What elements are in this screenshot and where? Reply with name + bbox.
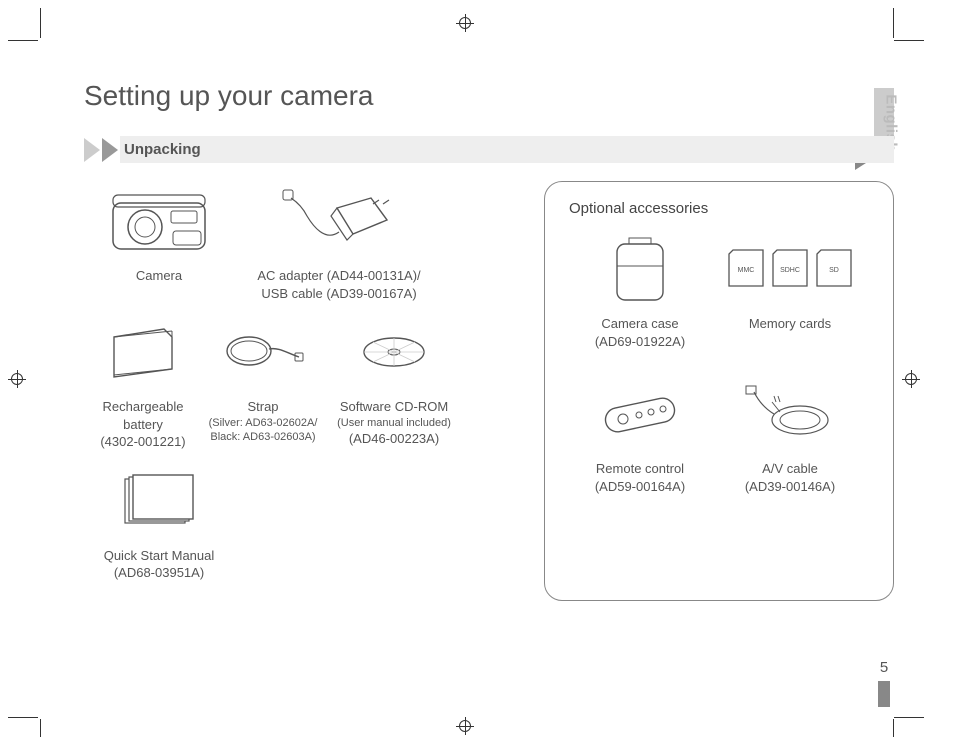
camera-icon	[109, 189, 209, 253]
card-label-mmc: MMC	[738, 267, 755, 274]
item-av-cable: A/V cable (AD39-00146A)	[715, 374, 865, 495]
item-label-line: battery	[84, 416, 202, 434]
item-cdrom: Software CD-ROM (User manual included) (…	[324, 312, 464, 451]
strap-icon	[221, 327, 305, 377]
item-battery: Rechargeable battery (4302-001221)	[84, 312, 202, 451]
card-label-sdhc: SDHC	[780, 267, 800, 274]
crop-mark	[40, 719, 41, 737]
optional-heading: Optional accessories	[569, 200, 873, 217]
chevron-icon	[84, 138, 100, 162]
item-ac-adapter: AC adapter (AD44-00131A)/ USB cable (AD3…	[234, 181, 444, 302]
battery-icon	[108, 325, 178, 379]
crop-mark	[8, 40, 38, 41]
registration-mark-icon	[456, 14, 474, 32]
av-cable-icon	[740, 384, 840, 444]
crop-mark	[894, 717, 924, 718]
page-title: Setting up your camera	[84, 80, 894, 112]
item-label-line: (AD39-00146A)	[715, 478, 865, 496]
item-label-line: (User manual included)	[324, 416, 464, 431]
item-memory-cards: MMC SDHC SD	[715, 229, 865, 350]
card-label-sd: SD	[829, 267, 839, 274]
crop-mark	[40, 8, 41, 38]
cd-icon	[359, 325, 429, 379]
case-icon	[609, 232, 671, 306]
registration-mark-icon	[456, 717, 474, 735]
manual-icon	[119, 471, 199, 531]
item-label-line: Rechargeable	[84, 398, 202, 416]
item-label: Memory cards	[715, 315, 865, 333]
item-label-line: Quick Start Manual	[84, 547, 234, 565]
item-label-line: (4302-001221)	[84, 433, 202, 451]
item-label-line: Camera case	[565, 315, 715, 333]
item-label-line: (AD46-00223A)	[324, 430, 464, 448]
page: English 5 Setting up your camera Unpacki…	[0, 0, 954, 737]
item-label-line: Strap	[202, 398, 324, 416]
section-header: Unpacking	[84, 136, 894, 163]
registration-mark-icon	[902, 370, 920, 388]
item-label: Camera	[84, 267, 234, 285]
item-camera: Camera	[84, 181, 234, 302]
crop-mark	[893, 719, 894, 737]
item-label-line: Software CD-ROM	[324, 398, 464, 416]
item-camera-case: Camera case (AD69-01922A)	[565, 229, 715, 350]
optional-accessories-box: Optional accessories Camera case (AD69-0…	[544, 181, 894, 601]
section-title: Unpacking	[120, 136, 894, 163]
item-strap: Strap (Silver: AD63-02602A/ Black: AD63-…	[202, 312, 324, 451]
item-label-line: A/V cable	[715, 460, 865, 478]
chevron-icon	[102, 138, 118, 162]
item-label-line: AC adapter (AD44-00131A)/	[234, 267, 444, 285]
item-label-line: (AD59-00164A)	[565, 478, 715, 496]
item-label-line: (AD69-01922A)	[565, 333, 715, 351]
included-items: Camera AC adapter (AD44-	[84, 181, 520, 601]
item-label-line: (Silver: AD63-02602A/	[202, 416, 324, 431]
item-label-line: Remote control	[565, 460, 715, 478]
item-label-line: Black: AD63-02603A)	[202, 430, 324, 445]
crop-mark	[8, 717, 38, 718]
item-label-line: (AD68-03951A)	[84, 564, 234, 582]
item-remote: Remote control (AD59-00164A)	[565, 374, 715, 495]
ac-adapter-icon	[279, 186, 399, 256]
registration-mark-icon	[8, 370, 26, 388]
memory-cards-icon: MMC SDHC SD	[725, 244, 855, 294]
crop-mark	[893, 8, 894, 38]
remote-icon	[595, 389, 685, 439]
crop-mark	[894, 40, 924, 41]
item-quick-start-manual: Quick Start Manual (AD68-03951A)	[84, 461, 234, 582]
item-label-line: USB cable (AD39-00167A)	[234, 285, 444, 303]
content-area: Setting up your camera Unpacking	[84, 80, 894, 677]
